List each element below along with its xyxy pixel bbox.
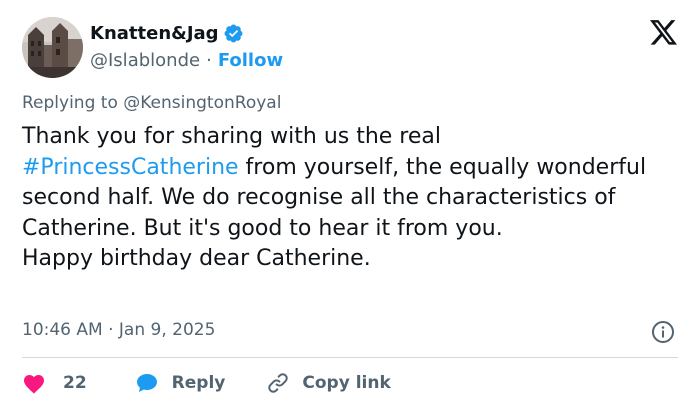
author-handle[interactable]: @Islablonde <box>90 50 200 71</box>
like-button[interactable]: 22 <box>22 372 87 394</box>
author-name[interactable]: Knatten&Jag <box>90 23 219 44</box>
tweet-card: Knatten&Jag @Islablonde · Follow Replyin… <box>0 0 700 410</box>
reply-button[interactable]: Reply <box>122 371 226 395</box>
copy-link-button[interactable]: Copy link <box>254 371 391 395</box>
likes-count: 22 <box>63 373 87 393</box>
info-icon[interactable] <box>651 320 675 344</box>
separator-dot: · <box>206 49 212 71</box>
timestamp[interactable]: 10:46 AM · Jan 9, 2025 <box>22 318 215 342</box>
divider <box>22 357 678 358</box>
tweet-text-start: Thank you for sharing with us the real <box>22 124 441 149</box>
handle-row: @Islablonde · Follow <box>90 48 283 72</box>
avatar[interactable] <box>22 17 83 78</box>
reply-label: Reply <box>171 373 226 393</box>
heart-icon <box>22 372 46 394</box>
follow-button[interactable]: Follow <box>218 50 283 71</box>
tweet-text: Thank you for sharing with us the real #… <box>22 122 687 275</box>
link-icon <box>266 371 290 395</box>
copy-link-label: Copy link <box>302 373 391 393</box>
action-bar: 22 Reply Copy link <box>22 369 391 397</box>
x-logo-icon[interactable] <box>650 20 678 46</box>
reply-bubble-icon <box>135 371 159 395</box>
hashtag-link[interactable]: #PrincessCatherine <box>22 155 239 180</box>
author-row: Knatten&Jag <box>90 21 244 45</box>
replying-to: Replying to @KensingtonRoyal <box>22 93 282 113</box>
verified-badge-icon <box>223 23 244 44</box>
